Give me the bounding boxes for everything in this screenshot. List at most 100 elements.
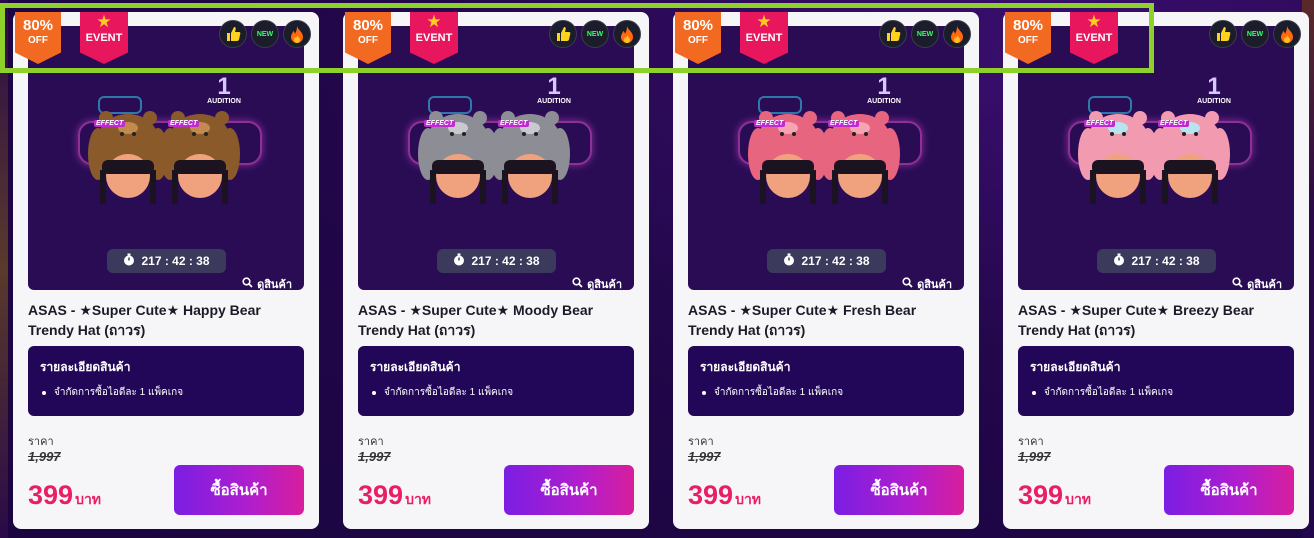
view-product-link[interactable]: ดูสินค้า <box>242 275 292 290</box>
new-icon: NEW <box>911 20 939 48</box>
details-item-text: จำกัดการซื้อไอดีละ 1 แพ็คเกจ <box>1044 387 1174 398</box>
new-label: NEW <box>916 30 934 38</box>
currency-label: บาท <box>735 491 762 507</box>
countdown-timer: 217 : 42 : 38 <box>767 249 886 273</box>
view-product-link[interactable]: ดูสินค้า <box>902 275 952 290</box>
stopwatch-icon <box>453 253 465 269</box>
product-details-box: รายละเอียดสินค้า จำกัดการซื้อไอดีละ 1 แพ… <box>688 346 964 416</box>
currency-label: บาท <box>405 491 432 507</box>
event-label: EVENT <box>745 32 783 44</box>
feature-icons: NEW <box>549 20 641 48</box>
product-title: ASAS - ★Super Cute★ Happy Bear Trendy Ha… <box>28 302 261 338</box>
fire-icon <box>943 20 971 48</box>
effect-label: EFFECT <box>168 120 200 127</box>
feature-icons: NEW <box>879 20 971 48</box>
bullet <box>702 390 706 395</box>
view-product-label: ดูสินค้า <box>587 279 622 290</box>
old-price: 1,997 <box>688 449 721 464</box>
view-product-label: ดูสินค้า <box>917 279 952 290</box>
details-item: จำกัดการซื้อไอดีละ 1 แพ็คเกจ <box>700 385 952 400</box>
timer-value: 217 : 42 : 38 <box>471 254 540 268</box>
star-icon: ★ <box>756 12 772 31</box>
fire-icon <box>1273 20 1301 48</box>
effect-label: EFFECT <box>424 120 456 127</box>
new-icon: NEW <box>251 20 279 48</box>
search-icon <box>1232 277 1243 290</box>
stopwatch-icon <box>1113 253 1125 269</box>
star-icon: ★ <box>426 12 442 31</box>
product-title: ASAS - ★Super Cute★ Moody Bear Trendy Ha… <box>358 302 594 338</box>
thumbs-up-icon <box>1209 20 1237 48</box>
buy-button[interactable]: ซื้อสินค้า <box>1164 465 1294 515</box>
countdown-timer: 217 : 42 : 38 <box>1097 249 1216 273</box>
sale-price: 399 บาท <box>688 480 761 511</box>
countdown-timer: 217 : 42 : 38 <box>437 249 556 273</box>
event-label: EVENT <box>85 32 123 44</box>
discount-percent: 80% <box>1012 17 1044 34</box>
bullet <box>42 390 46 395</box>
product-details-box: รายละเอียดสินค้า จำกัดการซื้อไอดีละ 1 แพ… <box>1018 346 1294 416</box>
details-item: จำกัดการซื้อไอดีละ 1 แพ็คเกจ <box>40 385 292 400</box>
product-image[interactable]: 1 AUDITION EFFECT EFFECT 217 : 42 : 38 ดู… <box>358 26 634 290</box>
price-label: ราคา <box>28 436 54 448</box>
countdown-timer: 217 : 42 : 38 <box>107 249 226 273</box>
thumbs-up-icon <box>549 20 577 48</box>
old-price: 1,997 <box>1018 449 1051 464</box>
product-title: ASAS - ★Super Cute★ Fresh Bear Trendy Ha… <box>688 302 917 338</box>
product-image[interactable]: 1 AUDITION EFFECT EFFECT 217 : 42 : 38 ดู… <box>1018 26 1294 290</box>
feature-icons: NEW <box>219 20 311 48</box>
effect-label: EFFECT <box>754 120 786 127</box>
product-title: ASAS - ★Super Cute★ Breezy Bear Trendy H… <box>1018 302 1254 338</box>
product-image[interactable]: 1 AUDITION EFFECT EFFECT 217 : 42 : 38 ดู… <box>688 26 964 290</box>
new-icon: NEW <box>581 20 609 48</box>
view-product-link[interactable]: ดูสินค้า <box>1232 275 1282 290</box>
new-label: NEW <box>1246 30 1264 38</box>
old-price: 1,997 <box>28 449 61 464</box>
product-card: 1 AUDITION EFFECT EFFECT 217 : 42 : 38 ดู… <box>1003 12 1309 529</box>
sale-price: 399 บาท <box>1018 480 1091 511</box>
search-icon <box>242 277 253 290</box>
discount-percent: 80% <box>682 17 714 34</box>
product-image[interactable]: 1 AUDITION EFFECT EFFECT 217 : 42 : 38 ดู… <box>28 26 304 290</box>
view-product-link[interactable]: ดูสินค้า <box>572 275 622 290</box>
effect-label: EFFECT <box>828 120 860 127</box>
event-label: EVENT <box>1075 32 1113 44</box>
timer-value: 217 : 42 : 38 <box>141 254 210 268</box>
fire-icon <box>283 20 311 48</box>
thumbs-up-icon <box>879 20 907 48</box>
effect-label: EFFECT <box>1158 120 1190 127</box>
sale-price-value: 399 <box>358 480 404 510</box>
search-icon <box>902 277 913 290</box>
details-item: จำกัดการซื้อไอดีละ 1 แพ็คเกจ <box>1030 385 1282 400</box>
timer-value: 217 : 42 : 38 <box>801 254 870 268</box>
event-label: EVENT <box>415 32 453 44</box>
stopwatch-icon <box>123 253 135 269</box>
price-label: ราคา <box>358 436 384 448</box>
details-heading: รายละเอียดสินค้า <box>370 360 461 374</box>
product-details-box: รายละเอียดสินค้า จำกัดการซื้อไอดีละ 1 แพ… <box>358 346 634 416</box>
price-label: ราคา <box>1018 436 1044 448</box>
discount-percent: 80% <box>352 17 384 34</box>
details-item-text: จำกัดการซื้อไอดีละ 1 แพ็คเกจ <box>54 387 184 398</box>
currency-label: บาท <box>1065 491 1092 507</box>
discount-off-label: OFF <box>1018 35 1038 46</box>
star-icon: ★ <box>1086 12 1102 31</box>
star-icon: ★ <box>96 12 112 31</box>
details-item-text: จำกัดการซื้อไอดีละ 1 แพ็คเกจ <box>714 387 844 398</box>
new-label: NEW <box>586 30 604 38</box>
view-product-label: ดูสินค้า <box>1247 279 1282 290</box>
view-product-label: ดูสินค้า <box>257 279 292 290</box>
old-price: 1,997 <box>358 449 391 464</box>
effect-label: EFFECT <box>498 120 530 127</box>
buy-button[interactable]: ซื้อสินค้า <box>174 465 304 515</box>
buy-button[interactable]: ซื้อสินค้า <box>834 465 964 515</box>
product-details-box: รายละเอียดสินค้า จำกัดการซื้อไอดีละ 1 แพ… <box>28 346 304 416</box>
stopwatch-icon <box>783 253 795 269</box>
currency-label: บาท <box>75 491 102 507</box>
sale-price: 399 บาท <box>28 480 101 511</box>
buy-button[interactable]: ซื้อสินค้า <box>504 465 634 515</box>
discount-off-label: OFF <box>358 35 378 46</box>
fire-icon <box>613 20 641 48</box>
sale-price-value: 399 <box>1018 480 1064 510</box>
product-card: 1 AUDITION EFFECT EFFECT 217 : 42 : 38 ดู… <box>13 12 319 529</box>
